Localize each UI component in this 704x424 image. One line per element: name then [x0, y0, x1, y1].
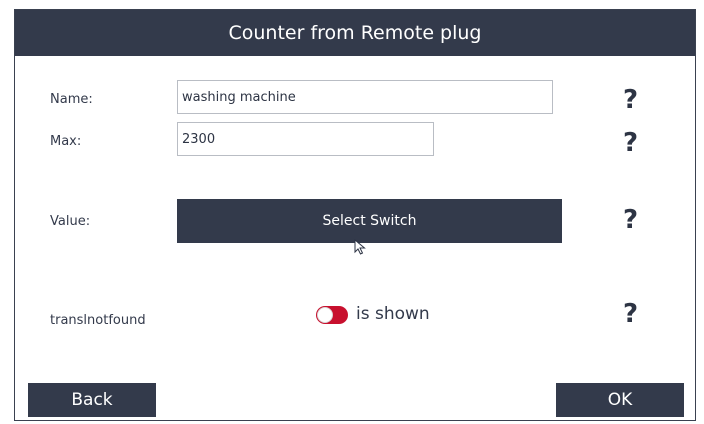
visibility-toggle[interactable]: [316, 306, 348, 324]
value-label: Value:: [50, 214, 91, 229]
name-help-icon[interactable]: ?: [623, 87, 638, 113]
name-input[interactable]: [177, 80, 553, 114]
toggle-help-icon[interactable]: ?: [623, 301, 638, 327]
max-label: Max:: [50, 134, 82, 149]
max-input[interactable]: [177, 122, 434, 156]
ok-button[interactable]: OK: [556, 383, 684, 417]
toggle-knob: [317, 307, 333, 323]
name-label: Name:: [50, 92, 93, 107]
back-button[interactable]: Back: [28, 383, 156, 417]
mouse-cursor-icon: [354, 239, 366, 255]
counter-dialog: Counter from Remote plug Name: ? Max: ? …: [14, 9, 696, 421]
dialog-header: Counter from Remote plug: [15, 10, 695, 56]
max-help-icon[interactable]: ?: [623, 130, 638, 156]
value-help-icon[interactable]: ?: [623, 207, 638, 233]
select-switch-button[interactable]: Select Switch: [177, 199, 562, 243]
toggle-label: translnotfound: [50, 313, 146, 328]
toggle-state-text: is shown: [356, 304, 430, 324]
dialog-title: Counter from Remote plug: [228, 22, 482, 44]
